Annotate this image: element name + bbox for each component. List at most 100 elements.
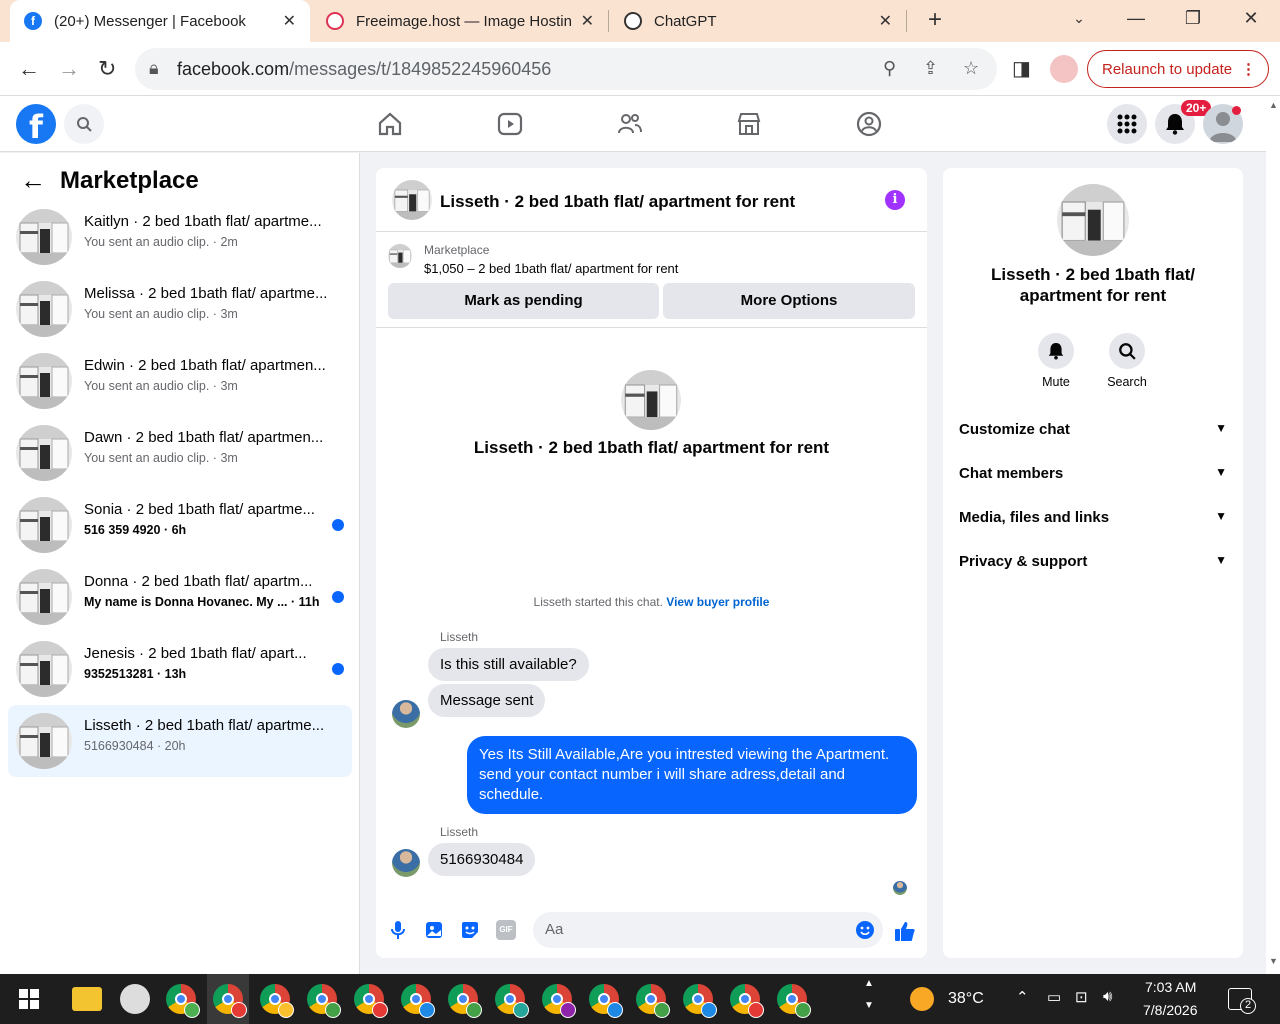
weather-icon[interactable] [910,987,934,1011]
conversation-preview: You sent an audio clip. · 2m [84,235,238,249]
chrome-profile-icon[interactable] [166,984,200,1018]
file-explorer-icon[interactable] [72,987,102,1011]
media-files-option[interactable]: Media, files and links ▼ [959,509,1227,526]
chat-members-option[interactable]: Chat members ▼ [959,465,1227,482]
chrome-profile-icon[interactable] [730,984,764,1018]
meet-icon[interactable]: ▭ [1047,988,1061,1006]
profile-avatar[interactable] [1050,55,1078,83]
chrome-profile-icon[interactable] [495,984,529,1018]
side-panel-icon[interactable]: ◨ [1012,56,1031,81]
incoming-message[interactable]: Is this still available? [428,648,589,681]
incoming-message[interactable]: 5166930484 [428,843,536,876]
privacy-support-option[interactable]: Privacy & support ▼ [959,553,1227,570]
conversation-item[interactable]: Jenesis · 2 bed 1bath flat/ apart... 9352… [8,633,352,705]
close-tab-icon[interactable]: ✕ [879,11,892,31]
bookmark-star-icon[interactable]: ☆ [963,58,979,79]
chrome-profile-icon[interactable] [401,984,435,1018]
view-buyer-profile-link[interactable]: View buyer profile [666,595,769,609]
search-conversation-button[interactable]: Search [1097,333,1157,389]
tab-chatgpt[interactable]: ChatGPT ✕ [610,0,906,42]
show-hidden-icons[interactable]: ⌃ [1016,988,1029,1006]
lock-icon[interactable]: 🔒︎ [149,58,159,79]
bell-icon [1166,114,1184,135]
gif-icon[interactable]: GIF [496,920,516,940]
clock-date[interactable]: 7/8/2026 [1143,1002,1198,1018]
conversation-item[interactable]: Lisseth · 2 bed 1bath flat/ apartme... 51… [8,705,352,777]
emoji-icon[interactable] [855,920,875,940]
thumbs-up-icon[interactable] [894,920,916,942]
temperature[interactable]: 38°C [948,990,984,1008]
back-icon[interactable]: ← [18,56,40,82]
listing-thumbnail[interactable] [392,180,432,220]
customize-chat-option[interactable]: Customize chat ▼ [959,421,1227,438]
conversation-item[interactable]: Edwin · 2 bed 1bath flat/ apartmen... You… [8,345,352,417]
sender-avatar[interactable] [392,849,420,877]
reload-icon[interactable]: ↻ [98,56,116,82]
chrome-profile-icon[interactable] [260,984,294,1018]
chrome-profile-icon[interactable] [354,984,388,1018]
scroll-up-icon[interactable]: ▲ [1269,100,1278,110]
clock-time[interactable]: 7:03 AM [1145,979,1196,995]
mute-button[interactable]: Mute [1026,333,1086,389]
menu-button[interactable] [1107,104,1147,144]
chrome-profile-icon[interactable] [213,984,247,1018]
conversation-item[interactable]: Kaitlyn · 2 bed 1bath flat/ apartme... Yo… [8,201,352,273]
address-bar[interactable]: 🔒︎ facebook.com/messages/t/1849852245960… [135,48,997,90]
chrome-profile-icon[interactable] [636,984,670,1018]
sender-avatar[interactable] [392,700,420,728]
more-options-button[interactable]: More Options [663,283,915,319]
conversation-item[interactable]: Melissa · 2 bed 1bath flat/ apartme... Yo… [8,273,352,345]
chat-title[interactable]: Lisseth · 2 bed 1bath flat/ apartment fo… [440,192,795,212]
sticker-icon[interactable] [460,920,480,940]
close-tab-icon[interactable]: ✕ [283,11,296,31]
marketplace-icon[interactable] [735,110,763,138]
mark-pending-button[interactable]: Mark as pending [388,283,659,319]
listing-thumbnail[interactable] [388,244,412,268]
conversation-item[interactable]: Dawn · 2 bed 1bath flat/ apartmen... You … [8,417,352,489]
video-icon[interactable] [496,110,524,138]
chrome-profile-icon[interactable] [307,984,341,1018]
restore-icon[interactable]: ❐ [1178,8,1208,29]
listing-avatar[interactable] [1057,184,1129,256]
chrome-profile-icon[interactable] [448,984,482,1018]
page-scrollbar[interactable]: ▲ ▼ [1266,96,1280,974]
windows-start-icon[interactable] [19,989,39,1009]
info-icon[interactable]: i [885,190,905,210]
zoom-icon[interactable]: ⚲ [883,58,896,79]
friends-icon[interactable] [616,110,644,138]
groups-icon[interactable] [855,110,883,138]
incoming-message[interactable]: Message sent [428,684,546,717]
taskbar-scroll-icon[interactable]: ▲ ▼ [860,974,878,1024]
back-arrow-icon[interactable]: ← [20,165,46,196]
new-tab-icon[interactable]: + [920,6,950,34]
volume-icon[interactable]: 🔊︎ [1103,988,1112,1005]
chrome-profile-icon[interactable] [777,984,811,1018]
chrome-profile-icon[interactable] [542,984,576,1018]
tab-search-chevron-icon[interactable]: ⌄ [1064,10,1094,27]
windows-taskbar: ▲ ▼ 38°C ⌃ ▭ ⊡ 🔊︎ 7:03 AM 7/8/2026 2 [0,974,1280,1024]
minimize-icon[interactable]: — [1121,8,1151,29]
more-menu-icon[interactable]: ⋮ [1241,60,1256,78]
close-tab-icon[interactable]: ✕ [581,11,594,31]
tab-freeimage[interactable]: Freeimage.host — Image Hosting ✕ [312,0,608,42]
conversation-item[interactable]: Sonia · 2 bed 1bath flat/ apartme... 516 … [8,489,352,561]
search-button[interactable] [64,104,104,144]
conversation-item[interactable]: Donna · 2 bed 1bath flat/ apartm... My na… [8,561,352,633]
chrome-profile-icon[interactable] [589,984,623,1018]
photo-icon[interactable] [424,920,444,940]
outgoing-message[interactable]: Yes Its Still Available,Are you intreste… [467,736,917,814]
home-icon[interactable] [376,110,404,138]
scroll-down-icon[interactable]: ▼ [1269,956,1278,966]
share-icon[interactable]: ⇪ [923,58,938,79]
close-window-icon[interactable]: ✕ [1236,8,1266,29]
network-icon[interactable]: ⊡ [1075,988,1088,1006]
paint-icon[interactable] [120,984,150,1014]
tab-messenger[interactable]: f (20+) Messenger | Facebook ✕ [10,0,310,42]
message-input[interactable]: Aa [533,912,883,948]
chrome-profile-icon[interactable] [683,984,717,1018]
listing-price[interactable]: $1,050 – 2 bed 1bath flat/ apartment for… [424,261,678,276]
forward-icon[interactable]: → [58,56,80,82]
relaunch-button[interactable]: Relaunch to update ⋮ [1087,50,1269,88]
facebook-logo-icon[interactable]: f [16,104,56,146]
microphone-icon[interactable] [388,920,408,940]
